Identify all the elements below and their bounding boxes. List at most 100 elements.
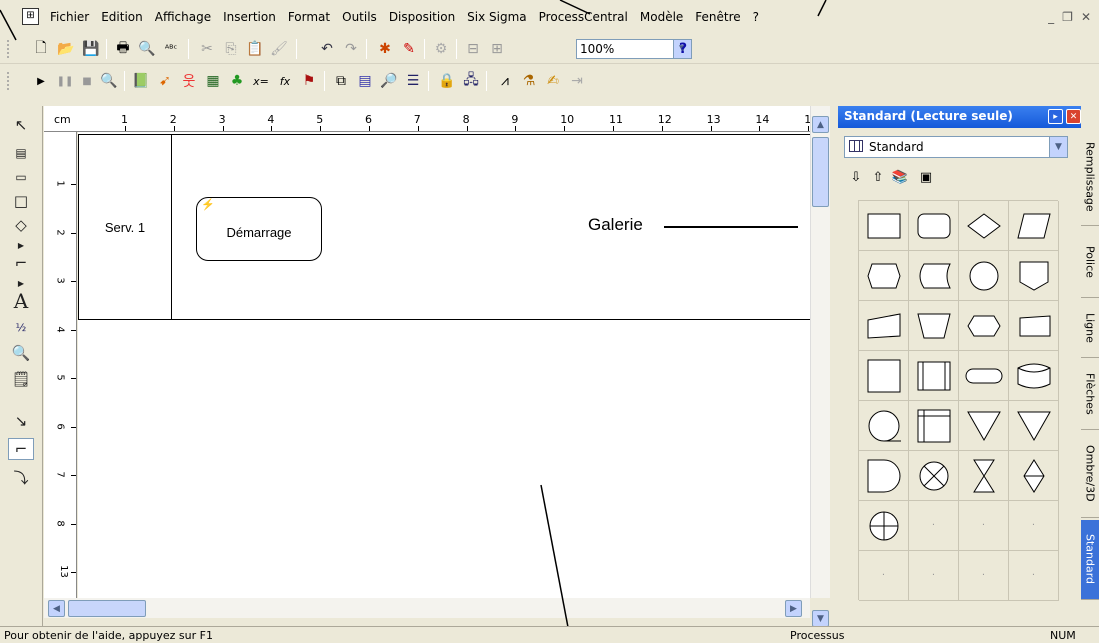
save-icon[interactable]: 💾 (80, 38, 102, 60)
menu-fichier[interactable]: Fichier (44, 8, 95, 26)
notes-icon[interactable]: ✍ (542, 70, 564, 92)
book-icon[interactable]: 📗 (130, 70, 152, 92)
rocket-icon[interactable]: ⚗ (518, 70, 540, 92)
merge-shape[interactable] (959, 401, 1009, 451)
subprocess-shape[interactable] (909, 351, 959, 401)
cut-icon[interactable]: ✂ (196, 38, 218, 60)
preparation-shape[interactable] (959, 301, 1009, 351)
internal-storage-shape[interactable] (909, 401, 959, 451)
print-icon[interactable]: 🖶 (112, 38, 134, 60)
hexagon-shape[interactable] (859, 251, 909, 301)
tab-remplissage[interactable]: Remplissage (1081, 128, 1099, 226)
close-icon[interactable]: ✕ (1081, 10, 1091, 24)
panel-close-icon[interactable]: ✕ (1066, 109, 1081, 124)
menu-edition[interactable]: Edition (95, 8, 149, 26)
print-preview-icon[interactable]: 🔍 (136, 38, 158, 60)
menu-disposition[interactable]: Disposition (383, 8, 461, 26)
card-shape[interactable] (1009, 301, 1059, 351)
find-icon[interactable]: 🔎 (378, 70, 400, 92)
search-icon[interactable]: 🔍 (98, 70, 120, 92)
copy-icon[interactable]: ⎘ (220, 38, 242, 60)
empty-gallery-cell[interactable]: · (959, 551, 1009, 601)
square-shape[interactable] (859, 351, 909, 401)
empty-gallery-cell[interactable]: · (909, 551, 959, 601)
parallelogram-shape[interactable] (1009, 201, 1059, 251)
start-shape[interactable]: ⚡ Démarrage (196, 197, 322, 261)
import-icon[interactable]: ⇩ (846, 168, 866, 186)
chart-icon[interactable]: ▤ (354, 70, 376, 92)
paste-icon[interactable]: 📋 (244, 38, 266, 60)
line-arrow-icon[interactable]: ↘ (8, 410, 34, 432)
panel-properties-icon[interactable]: ▣ (916, 168, 936, 186)
person-icon[interactable]: 웃 (178, 70, 200, 92)
empty-gallery-cell[interactable]: · (959, 501, 1009, 551)
function-icon[interactable]: fx (274, 70, 296, 92)
rectangle-icon[interactable]: □ (8, 190, 34, 212)
scroll-right-icon[interactable]: ▶ (785, 600, 802, 617)
rounded-rect-icon[interactable]: ▭ (8, 166, 34, 188)
rounded-rect-shape[interactable] (909, 201, 959, 251)
diamond-icon[interactable]: ◇ (8, 214, 34, 236)
menu-fenetre[interactable]: Fenêtre (689, 8, 746, 26)
tab-ligne[interactable]: Ligne (1081, 298, 1099, 358)
horizontal-scrollbar[interactable]: ◀ ▶ (44, 598, 810, 618)
sort-shape[interactable] (1009, 451, 1059, 501)
diagram-canvas[interactable]: Serv. 1 ⚡ Démarrage (78, 132, 810, 598)
collate-shape[interactable] (959, 451, 1009, 501)
terminator-shape[interactable] (959, 351, 1009, 401)
manual-input-shape[interactable] (859, 301, 909, 351)
chevron-down-icon[interactable]: ▼ (1049, 137, 1067, 157)
pointer-icon[interactable]: ↖ (8, 114, 34, 136)
lock-icon[interactable]: 🔒 (436, 70, 458, 92)
vertical-scrollbar[interactable]: ▲ ▼ (810, 106, 830, 627)
properties-icon[interactable]: ⚙ (430, 38, 452, 60)
empty-gallery-cell[interactable]: · (1009, 501, 1059, 551)
scroll-left-icon[interactable]: ◀ (48, 600, 65, 617)
tab-fleches[interactable]: Flèches (1081, 358, 1099, 430)
toolbar-grip[interactable] (6, 39, 10, 59)
empty-gallery-cell[interactable]: · (1009, 551, 1059, 601)
scroll-up-icon[interactable]: ▲ (812, 116, 829, 133)
stored-data-shape[interactable] (909, 251, 959, 301)
menu-processcentral[interactable]: ProcessCentral (533, 8, 634, 26)
menu-six-sigma[interactable]: Six Sigma (461, 8, 532, 26)
variable-icon[interactable]: x= (250, 70, 272, 92)
diamond-shape[interactable] (959, 201, 1009, 251)
list-icon[interactable]: ☰ (402, 70, 424, 92)
new-icon[interactable]: 🗋 (30, 38, 52, 60)
menu-format[interactable]: Format (282, 8, 336, 26)
sequential-data-shape[interactable] (859, 401, 909, 451)
undo-icon[interactable]: ↶ (316, 38, 338, 60)
export-icon[interactable]: ⇥ (566, 70, 588, 92)
app-icon[interactable]: ⊞ (22, 8, 39, 25)
minimize-icon[interactable]: _ (1048, 10, 1054, 24)
graph-icon[interactable]: ⩘ (494, 70, 516, 92)
play-icon[interactable]: ▶ (30, 70, 52, 92)
or-shape[interactable] (859, 501, 909, 551)
tree-icon[interactable]: ♣ (226, 70, 248, 92)
menu-modele[interactable]: Modèle (634, 8, 689, 26)
format-painter-icon[interactable]: 🖌 (268, 38, 290, 60)
group-icon[interactable]: ⊟ (462, 38, 484, 60)
numbering-icon[interactable]: ½ (8, 316, 34, 338)
open-icon[interactable]: 📂 (55, 38, 77, 60)
rect-shape[interactable] (859, 201, 909, 251)
flag-icon[interactable]: ⚑ (298, 70, 320, 92)
magic-icon[interactable]: ✱ (374, 38, 396, 60)
shape-set-select[interactable]: Standard ▼ (844, 136, 1068, 158)
database-shape[interactable] (1009, 351, 1059, 401)
pages-icon[interactable]: ⧉ (330, 70, 352, 92)
help-icon[interactable]: ? (672, 38, 694, 60)
text-icon[interactable]: A (8, 289, 34, 313)
delay-shape[interactable] (859, 451, 909, 501)
redo-icon[interactable]: ↷ (340, 38, 362, 60)
table-icon[interactable]: ▦ (202, 70, 224, 92)
note-icon[interactable]: 🗒 (8, 368, 34, 390)
manual-operation-shape[interactable] (909, 301, 959, 351)
pause-icon[interactable]: ❚❚ (54, 70, 76, 92)
ungroup-icon[interactable]: ⊞ (486, 38, 508, 60)
tab-standard[interactable]: Standard (1081, 520, 1099, 600)
menu-help[interactable]: ? (747, 8, 765, 26)
text-box-icon[interactable]: ▤ (8, 142, 34, 164)
menu-insertion[interactable]: Insertion (217, 8, 282, 26)
